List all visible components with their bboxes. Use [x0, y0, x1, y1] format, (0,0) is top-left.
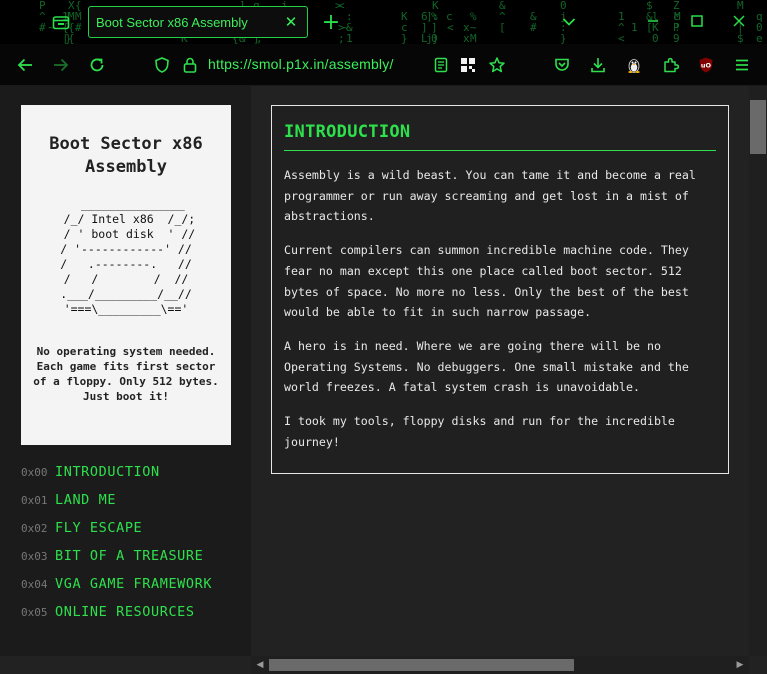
- menu-item-number: 0x01: [21, 493, 48, 507]
- vertical-scrollbar-thumb[interactable]: [750, 100, 766, 154]
- new-tab-icon[interactable]: +: [318, 8, 344, 36]
- list-all-tabs-icon[interactable]: [558, 12, 580, 32]
- menu-item-number: 0x04: [21, 577, 48, 591]
- tab-list-icon[interactable]: [48, 10, 74, 34]
- extensions-icon[interactable]: [659, 53, 683, 77]
- tab-bar: ]j&^[M|$<>;&!KXM{{~lK00j:}c&#1~!}K;1{|Kc…: [0, 0, 767, 44]
- logo-title: Boot Sector x86 Assembly: [21, 133, 231, 179]
- svg-text:uO: uO: [701, 62, 712, 70]
- web-page: Boot Sector x86 Assembly _______________ …: [0, 86, 767, 674]
- menu-item-number: 0x00: [21, 465, 48, 479]
- url-field[interactable]: https://smol.p1x.in/assembly/: [208, 56, 394, 72]
- bookmark-star-icon[interactable]: [485, 53, 509, 77]
- logo-title-line: Assembly: [85, 157, 167, 177]
- menu-item-vga-game-framework[interactable]: 0x04 VGA GAME FRAMEWORK: [21, 570, 246, 598]
- menu-item-number: 0x02: [21, 521, 48, 535]
- menu-item-fly-escape[interactable]: 0x02 FLY ESCAPE: [21, 514, 246, 542]
- tab-title: Boot Sector x86 Assembly: [96, 14, 248, 30]
- menu-item-label[interactable]: FLY ESCAPE: [55, 520, 142, 536]
- menu-item-label[interactable]: ONLINE RESOURCES: [55, 604, 195, 620]
- floppy-ascii-art: _______________ /_/ Intel x86 /_/; / ' b…: [60, 197, 196, 316]
- ublock-icon[interactable]: uO: [694, 53, 718, 77]
- paragraph: Assembly is a wild beast. You can tame i…: [284, 168, 696, 224]
- menu-item-land-me[interactable]: 0x01 LAND ME: [21, 486, 246, 514]
- logo-card: Boot Sector x86 Assembly _______________ …: [21, 105, 231, 445]
- lock-icon[interactable]: [178, 53, 202, 77]
- reload-icon[interactable]: [85, 53, 109, 77]
- sidebar: Boot Sector x86 Assembly _______________ …: [0, 86, 251, 656]
- shield-icon[interactable]: [150, 53, 174, 77]
- logo-title-line: Boot Sector x86: [49, 134, 203, 154]
- forward-icon[interactable]: [49, 53, 73, 77]
- menu-item-introduction[interactable]: 0x00 INTRODUCTION: [21, 458, 246, 486]
- scroll-right-icon[interactable]: ▶: [733, 658, 747, 672]
- chapter-menu: 0x00 INTRODUCTION 0x01 LAND ME 0x02 FLY …: [21, 458, 246, 626]
- paragraph: A hero is in need. Where we are going th…: [284, 338, 689, 395]
- horizontal-scrollbar-thumb[interactable]: [269, 659, 574, 671]
- menu-item-label[interactable]: BIT OF A TREASURE: [55, 548, 203, 564]
- content-section: INTRODUCTION Assembly is a wild beast. Y…: [271, 105, 729, 474]
- qr-code-icon[interactable]: [456, 53, 480, 77]
- menu-item-number: 0x03: [21, 549, 48, 563]
- horizontal-scrollbar[interactable]: ◀ ▶: [251, 656, 749, 674]
- tab-close-icon[interactable]: ✕: [281, 12, 301, 32]
- paragraph: Current compilers can summon incredible …: [284, 243, 689, 320]
- menu-item-label[interactable]: LAND ME: [55, 492, 116, 508]
- linux-tux-icon[interactable]: [622, 53, 646, 77]
- navigation-toolbar: https://smol.p1x.in/assembly/ uO: [0, 44, 767, 86]
- hamburger-menu-icon[interactable]: [730, 53, 754, 77]
- scroll-left-icon[interactable]: ◀: [253, 658, 267, 672]
- reader-view-icon[interactable]: [429, 53, 453, 77]
- paragraph: I took my tools, floppy disks and run fo…: [284, 414, 675, 449]
- logo-description: No operating system needed. Each game fi…: [33, 345, 219, 403]
- window-close-icon[interactable]: [728, 10, 750, 32]
- menu-item-label[interactable]: INTRODUCTION: [55, 464, 160, 480]
- menu-item-bit-of-a-treasure[interactable]: 0x03 BIT OF A TREASURE: [21, 542, 246, 570]
- minimize-icon[interactable]: [642, 10, 664, 32]
- maximize-icon[interactable]: [686, 10, 708, 32]
- menu-item-label[interactable]: VGA GAME FRAMEWORK: [55, 576, 212, 592]
- active-tab[interactable]: Boot Sector x86 Assembly ✕: [88, 6, 308, 38]
- download-icon[interactable]: [586, 53, 610, 77]
- pocket-icon[interactable]: [550, 53, 574, 77]
- vertical-scrollbar[interactable]: [749, 86, 767, 656]
- section-title: INTRODUCTION: [284, 122, 716, 151]
- menu-item-online-resources[interactable]: 0x05 ONLINE RESOURCES: [21, 598, 246, 626]
- menu-item-number: 0x05: [21, 605, 48, 619]
- back-icon[interactable]: [13, 53, 37, 77]
